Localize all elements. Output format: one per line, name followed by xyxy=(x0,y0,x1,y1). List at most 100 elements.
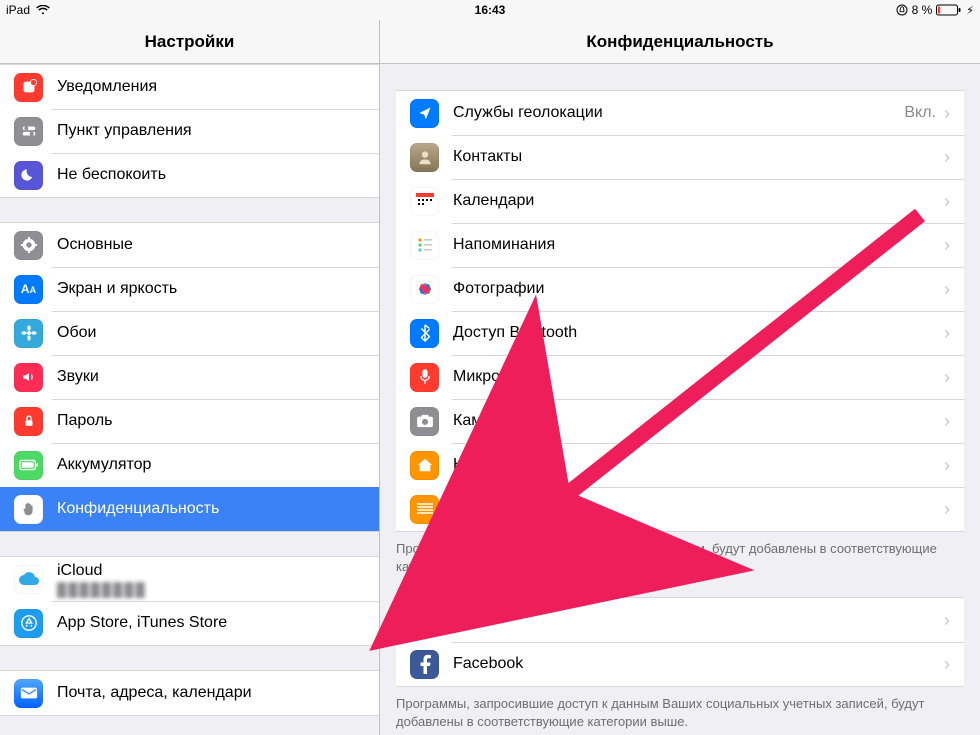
sidebar-item-sounds[interactable]: Звуки xyxy=(0,355,379,399)
sidebar-item-notifications[interactable]: Уведомления xyxy=(0,65,379,109)
group-footer: Программы, запросившие доступ к Вашим да… xyxy=(380,532,980,579)
mail-icon xyxy=(14,679,43,708)
detail-item-photos[interactable]: Фотографии › xyxy=(396,267,964,311)
photos-icon xyxy=(410,275,439,304)
row-label: HomeKit xyxy=(453,456,944,474)
switches-icon xyxy=(14,117,43,146)
row-label: Основные xyxy=(57,236,365,254)
detail-item-reminders[interactable]: Напоминания › xyxy=(396,223,964,267)
charging-icon: ⚡︎ xyxy=(966,4,974,17)
group-footer: Программы, запросившие доступ к данным В… xyxy=(380,687,980,735)
row-label: Обои xyxy=(57,324,365,342)
row-label: Экран и яркость xyxy=(57,280,365,298)
battery-icon xyxy=(936,4,962,16)
detail-item-bluetooth[interactable]: Доступ Bluetooth › xyxy=(396,311,964,355)
gear-icon xyxy=(14,231,43,260)
sidebar-item-wallpaper[interactable]: Обои xyxy=(0,311,379,355)
detail-item-microphone[interactable]: Микрофон › xyxy=(396,355,964,399)
lock-icon xyxy=(14,407,43,436)
row-label: Twitter xyxy=(453,611,944,629)
sidebar-item-general[interactable]: Основные xyxy=(0,223,379,267)
row-label: Фотографии xyxy=(453,280,944,298)
sidebar-item-control-center[interactable]: Пункт управления xyxy=(0,109,379,153)
textsize-icon: AA xyxy=(14,275,43,304)
moon-icon xyxy=(14,161,43,190)
row-label: Напоминания xyxy=(453,236,944,254)
row-label: Движение и фитнес xyxy=(453,500,944,518)
speaker-icon xyxy=(14,363,43,392)
chevron-right-icon: › xyxy=(944,235,950,256)
sidebar-item-battery[interactable]: Аккумулятор xyxy=(0,443,379,487)
chevron-right-icon: › xyxy=(944,455,950,476)
clock: 16:43 xyxy=(475,3,506,17)
status-bar: iPad 16:43 8 % ⚡︎ xyxy=(0,0,980,20)
location-icon xyxy=(410,99,439,128)
camera-icon xyxy=(410,407,439,436)
detail-item-facebook[interactable]: Facebook › xyxy=(396,642,964,686)
row-label: Не беспокоить xyxy=(57,166,365,184)
detail-item-contacts[interactable]: Контакты › xyxy=(396,135,964,179)
row-label: Аккумулятор xyxy=(57,456,365,474)
chevron-right-icon: › xyxy=(944,367,950,388)
settings-sidebar: Настройки Уведомления Пункт управления xyxy=(0,20,380,735)
row-label: Службы геолокации xyxy=(453,104,904,122)
battery-percent: 8 % xyxy=(912,3,933,17)
cloud-icon xyxy=(14,565,43,594)
row-label: Почта, адреса, календари xyxy=(57,684,365,702)
row-label: Доступ Bluetooth xyxy=(453,324,944,342)
motion-icon xyxy=(410,495,439,524)
row-label: Календари xyxy=(453,192,944,210)
battery-setting-icon xyxy=(14,451,43,480)
microphone-icon xyxy=(410,363,439,392)
reminders-icon xyxy=(410,231,439,260)
wifi-icon xyxy=(36,5,50,15)
row-label: Пункт управления xyxy=(57,122,365,140)
row-value: Вкл. xyxy=(904,104,936,122)
sidebar-item-icloud[interactable]: iCloud ████████ xyxy=(0,557,379,601)
row-label: Микрофон xyxy=(453,368,944,386)
sidebar-item-privacy[interactable]: Конфиденциальность xyxy=(0,487,379,531)
chevron-right-icon: › xyxy=(944,279,950,300)
contacts-icon xyxy=(410,143,439,172)
row-label: Контакты xyxy=(453,148,944,166)
icloud-account: ████████ xyxy=(57,582,147,597)
sidebar-item-display[interactable]: AA Экран и яркость xyxy=(0,267,379,311)
chevron-right-icon: › xyxy=(944,499,950,520)
chevron-right-icon: › xyxy=(944,191,950,212)
calendar-icon xyxy=(410,187,439,216)
bluetooth-icon xyxy=(410,319,439,348)
carrier-label: iPad xyxy=(6,3,30,17)
detail-item-twitter[interactable]: Twitter › xyxy=(396,598,964,642)
chevron-right-icon: › xyxy=(944,103,950,124)
row-label: Звуки xyxy=(57,368,365,386)
row-label: Камера xyxy=(453,412,944,430)
flower-icon xyxy=(14,319,43,348)
detail-title: Конфиденциальность xyxy=(380,20,980,64)
chevron-right-icon: › xyxy=(944,411,950,432)
row-label: Конфиденциальность xyxy=(57,500,365,518)
hand-icon xyxy=(14,495,43,524)
detail-item-motion[interactable]: Движение и фитнес › xyxy=(396,487,964,531)
detail-item-homekit[interactable]: HomeKit › xyxy=(396,443,964,487)
detail-item-location[interactable]: Службы геолокации Вкл. › xyxy=(396,91,964,135)
chevron-right-icon: › xyxy=(944,323,950,344)
home-icon xyxy=(410,451,439,480)
row-label: Пароль xyxy=(57,412,365,430)
sidebar-item-passcode[interactable]: Пароль xyxy=(0,399,379,443)
sidebar-item-dnd[interactable]: Не беспокоить xyxy=(0,153,379,197)
detail-item-camera[interactable]: Камера › xyxy=(396,399,964,443)
row-label: Уведомления xyxy=(57,78,365,96)
appstore-icon xyxy=(14,609,43,638)
rotation-lock-icon xyxy=(896,4,908,16)
chevron-right-icon: › xyxy=(944,147,950,168)
row-label: App Store, iTunes Store xyxy=(57,614,365,632)
sidebar-item-appstore[interactable]: App Store, iTunes Store xyxy=(0,601,379,645)
detail-panel: Конфиденциальность Службы геолокации Вкл… xyxy=(380,20,980,735)
detail-item-calendars[interactable]: Календари › xyxy=(396,179,964,223)
row-label: Facebook xyxy=(453,655,944,673)
sidebar-item-mail[interactable]: Почта, адреса, календари xyxy=(0,671,379,715)
bell-icon xyxy=(14,73,43,102)
row-label: iCloud xyxy=(57,562,147,580)
twitter-icon xyxy=(410,606,439,635)
chevron-right-icon: › xyxy=(944,610,950,631)
